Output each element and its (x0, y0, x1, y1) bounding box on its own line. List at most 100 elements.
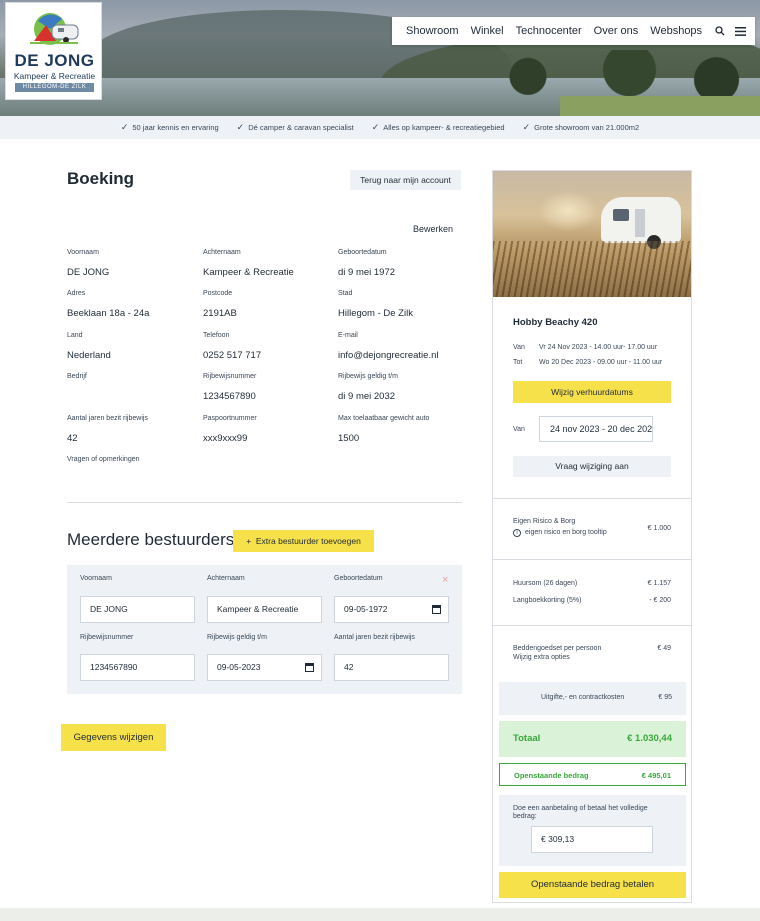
driver-birthdate-input[interactable]: 09-05-1972 (334, 596, 449, 623)
image-sun (538, 191, 598, 231)
page-title: Boeking (67, 169, 135, 188)
check-icon: ✓ (236, 122, 245, 132)
open-amount-value: € 495,01 (641, 771, 671, 780)
usp-item: ✓ Grote showroom van 21.000m2 (523, 122, 640, 133)
booking-summary: Hobby Beachy 420 Van Vr 24 Nov 2023 - 14.… (492, 170, 692, 903)
change-dates-button[interactable]: Wijzig verhuurdatums (513, 381, 671, 403)
range-label: Van (513, 426, 525, 433)
logo-tagline: Kampeer & Recreatie (13, 71, 96, 81)
image-grass (493, 241, 691, 297)
field-telefoon: Telefoon 0252 517 717 (203, 332, 333, 361)
calendar-icon[interactable] (432, 605, 441, 614)
date-to: Tot Wo 20 Dec 2023 - 09.00 uur - 11.00 uu… (513, 359, 662, 366)
usp-text: 50 jaar kennis en ervaring (132, 123, 219, 132)
summary-divider (493, 625, 691, 626)
edit-link[interactable]: Bewerken (413, 224, 453, 234)
field-rijbewijs-geldig: Rijbewijs geldig t/m di 9 mei 2032 (338, 373, 468, 402)
check-icon: ✓ (522, 122, 531, 132)
risk-tooltip-text: eigen risico en borg tooltip (525, 529, 607, 536)
field-label: Rijbewijs geldig t/m (338, 373, 398, 380)
total-box: Totaal € 1.030,44 (499, 721, 686, 757)
fees-label: Uitgifte,- en contractkosten (541, 694, 625, 701)
footer-band (0, 908, 760, 921)
product-name: Hobby Beachy 420 (513, 317, 598, 328)
extras-label[interactable]: Wijzig extra opties (513, 654, 570, 661)
fees-box: Uitgifte,- en contractkosten € 95 (499, 682, 686, 715)
field-label: Vragen of opmerkingen (67, 456, 140, 463)
field-value: 1234567890 (203, 391, 256, 402)
driver-license-years-input[interactable]: 42 (334, 654, 449, 681)
payment-box: Doe een aanbetaling of betaal het volled… (499, 795, 686, 866)
main-nav: Showroom Winkel Technocenter Over ons We… (392, 17, 755, 45)
save-details-button[interactable]: Gegevens wijzigen (61, 724, 166, 751)
calendar-icon[interactable] (305, 663, 314, 672)
request-change-button[interactable]: Vraag wijziging aan (513, 456, 671, 477)
usp-item: ✓ Alles op kampeer- & recreatiegebied (372, 122, 505, 133)
field-value: info@dejongrecreatie.nl (338, 350, 439, 361)
risk-tooltip-row: i eigen risico en borg tooltip (513, 529, 671, 537)
nav-item-winkel[interactable]: Winkel (471, 25, 504, 37)
driver-label: Voornaam (80, 575, 112, 582)
field-value: Hillegom - De Zilk (338, 308, 413, 319)
hero-grass (560, 96, 760, 116)
info-icon[interactable]: i (513, 529, 521, 537)
driver-label: Aantal jaren bezit rijbewijs (334, 634, 415, 641)
date-range-input[interactable]: 24 nov 2023 - 20 dec 2023 (539, 416, 653, 442)
open-amount-label: Openstaande bedrag (514, 771, 589, 780)
driver-label: Rijbewijsnummer (80, 634, 134, 641)
search-icon[interactable] (714, 24, 726, 38)
field-label: Max toelaatbaar gewicht auto (338, 415, 430, 422)
field-value: 0252 517 717 (203, 350, 262, 361)
payment-amount-value: 309,13 (548, 834, 575, 844)
add-driver-button[interactable]: + Extra bestuurder toevoegen (233, 530, 374, 552)
field-label: Telefoon (203, 332, 230, 339)
logo-caravan-icon (30, 13, 79, 45)
total-label: Totaal (513, 733, 541, 744)
pay-open-amount-button[interactable]: Openstaande bedrag betalen (499, 872, 686, 898)
nav-item-technocenter[interactable]: Technocenter (516, 25, 582, 37)
currency-symbol: € (541, 834, 546, 844)
field-value: xxx9xxx99 (203, 433, 248, 444)
payment-amount-input[interactable]: € 309,13 (531, 826, 653, 853)
date-to-label: Tot (513, 359, 523, 366)
caravan-shape (601, 197, 681, 249)
field-label: Land (67, 332, 83, 339)
usp-item: ✓ Dé camper & caravan specialist (237, 122, 354, 133)
field-value: 1500 (338, 433, 360, 444)
caravan-window (613, 209, 629, 221)
bedding-amount: € 49 (657, 645, 671, 652)
driver-lastname-input[interactable]: Kampeer & Recreatie (207, 596, 322, 623)
back-to-account-button[interactable]: Terug naar mijn account (350, 170, 461, 190)
nav-item-webshops[interactable]: Webshops (650, 25, 702, 37)
field-label: Geboortedatum (338, 249, 387, 256)
date-from-label: Van (513, 344, 525, 351)
field-value: di 9 mei 1972 (338, 267, 396, 278)
driver-birthdate-value: 09-05-1972 (344, 604, 388, 614)
nav-item-showroom[interactable]: Showroom (406, 25, 459, 37)
risk-label: Eigen Risico & Borg (513, 518, 576, 525)
discount-row: Langboekkorting (5%) - € 200 (513, 597, 671, 604)
bedding-row: Beddengoedset per persoon € 49 (513, 645, 671, 652)
field-adres: Adres Beeklaan 18a - 24a (67, 290, 197, 319)
hamburger-menu-icon[interactable] (735, 24, 747, 38)
add-driver-label: Extra bestuurder toevoegen (255, 536, 361, 546)
caravan-door (635, 209, 645, 237)
rent-label: Huursom (26 dagen) (513, 580, 578, 587)
discount-amount: - € 200 (649, 597, 671, 604)
product-image (493, 171, 691, 297)
close-icon[interactable]: × (442, 574, 448, 586)
driver-license-valid-input[interactable]: 09-05-2023 (207, 654, 322, 681)
field-label: Rijbewijsnummer (203, 373, 257, 380)
extras-link[interactable]: Wijzig extra opties (513, 654, 671, 661)
logo[interactable]: DE JONG Kampeer & Recreatie HILLEGOM-DE … (5, 2, 102, 100)
nav-item-over-ons[interactable]: Over ons (594, 25, 639, 37)
usp-text: Grote showroom van 21.000m2 (534, 123, 640, 132)
driver-firstname-input[interactable]: DE JONG (80, 596, 195, 623)
field-label: Bedrijf (67, 373, 87, 380)
discount-label: Langboekkorting (5%) (513, 597, 582, 604)
check-icon: ✓ (120, 122, 129, 132)
field-email: E-mail info@dejongrecreatie.nl (338, 332, 468, 361)
field-label: Stad (338, 290, 353, 297)
check-icon: ✓ (371, 122, 380, 132)
driver-license-number-input[interactable]: 1234567890 (80, 654, 195, 681)
